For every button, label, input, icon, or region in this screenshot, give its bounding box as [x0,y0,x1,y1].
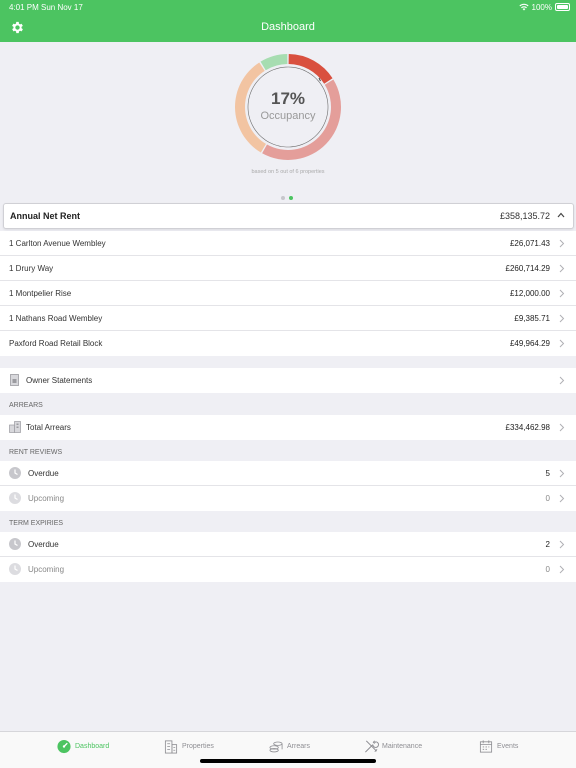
clock-icon [9,563,21,575]
term-expiries-upcoming-row[interactable]: Upcoming 0 [0,557,576,582]
chevron-right-icon [559,239,565,248]
wifi-icon [519,3,529,11]
tab-label: Events [497,743,519,750]
occupancy-center: 17% Occupancy [233,89,343,122]
chevron-right-icon [559,540,565,549]
occupancy-label: Occupancy [260,110,316,122]
term-expiries-section-label: TERM EXPIRIES [9,520,64,527]
chevron-right-icon [559,376,565,385]
owner-statements-row[interactable]: Owner Statements [0,368,576,393]
chevron-up-icon[interactable] [556,210,566,220]
page-dot-2[interactable] [289,196,293,200]
owner-statements-list: Owner Statements [0,368,576,393]
total-arrears-row[interactable]: Total Arrears £334,462.98 [0,415,576,440]
status-time: 4:01 PM [9,3,39,12]
chevron-right-icon [559,264,565,273]
annual-net-rent-total: £358,135.72 [499,211,550,221]
tab-label: Dashboard [75,743,110,750]
annual-net-rent-header[interactable]: Annual Net Rent £358,135.72 [3,203,574,229]
property-name: 1 Drury Way [9,264,54,273]
chevron-right-icon [559,565,565,574]
owner-statements-label: Owner Statements [26,376,93,385]
donut-segment [288,54,333,84]
term-expiries-upcoming-label: Upcoming [28,565,65,574]
arrears-section-label: ARREARS [9,402,43,409]
arrears-list: Total Arrears £334,462.98 [0,415,576,440]
clock-icon [9,467,21,479]
property-amount: £49,964.29 [509,339,550,348]
chevron-right-icon [559,339,565,348]
occupancy-footnote: based on 5 out of 6 properties [251,169,325,175]
status-date: Sun Nov 17 [41,3,83,12]
rent-reviews-section-label: RENT REVIEWS [9,449,63,456]
term-expiries-overdue-row[interactable]: Overdue 2 [0,532,576,557]
rent-reviews-upcoming-row[interactable]: Upcoming 0 [0,486,576,511]
dashboard-icon [57,739,71,754]
page-dot-1[interactable] [281,196,285,200]
rent-reviews-overdue-count: 5 [545,469,550,478]
buildings-icon [9,421,21,433]
chevron-right-icon [559,469,565,478]
clock-icon [9,492,21,504]
building-icon [164,740,178,754]
annual-net-rent-label: Annual Net Rent [10,211,81,221]
tab-label: Maintenance [382,743,423,750]
rent-reviews-list: Overdue 5 Upcoming 0 [0,461,576,511]
status-bar: 4:01 PM Sun Nov 17 100% [0,0,576,14]
property-name: Paxford Road Retail Block [9,339,103,348]
property-row[interactable]: Paxford Road Retail Block £49,964.29 [0,331,576,356]
calendar-icon [479,740,493,753]
page-title: Dashboard [261,21,315,33]
chevron-right-icon [559,289,565,298]
property-amount: £9,385.71 [514,314,550,323]
total-arrears-amount: £334,462.98 [505,423,551,432]
rent-reviews-overdue-label: Overdue [28,469,59,478]
total-arrears-label: Total Arrears [26,423,71,432]
tools-icon [365,740,379,753]
document-icon [10,374,19,386]
rent-reviews-upcoming-label: Upcoming [28,494,65,503]
chevron-right-icon [559,494,565,503]
occupancy-percent: 17% [270,89,306,108]
term-expiries-overdue-count: 2 [545,540,550,549]
chevron-right-icon [559,423,565,432]
clock-icon [9,538,21,550]
property-row[interactable]: 1 Carlton Avenue Wembley £26,071.43 [0,231,576,256]
battery-icon [555,3,570,11]
battery-percent: 100% [531,3,552,12]
term-expiries-overdue-label: Overdue [28,540,59,549]
term-expiries-list: Overdue 2 Upcoming 0 [0,532,576,582]
home-indicator [200,759,376,763]
occupancy-chart-panel[interactable]: 17% Occupancy based on 5 out of 6 proper… [0,42,576,200]
property-row[interactable]: 1 Drury Way £260,714.29 [0,256,576,281]
coins-icon [269,741,283,753]
navigation-bar: Dashboard [0,14,576,42]
property-amount: £12,000.00 [509,289,550,298]
rent-reviews-upcoming-count: 0 [545,494,550,503]
property-row[interactable]: 1 Montpelier Rise £12,000.00 [0,281,576,306]
property-name: 1 Montpelier Rise [9,289,72,298]
chevron-right-icon [559,314,565,323]
term-expiries-upcoming-count: 0 [545,565,550,574]
tab-label: Properties [182,743,214,750]
property-rent-list: 1 Carlton Avenue Wembley £26,071.43 1 Dr… [0,231,576,356]
property-name: 1 Carlton Avenue Wembley [9,239,106,248]
tab-label: Arrears [287,743,310,750]
property-name: 1 Nathans Road Wembley [9,314,103,323]
property-amount: £260,714.29 [505,264,551,273]
donut-segment [260,54,288,71]
rent-reviews-overdue-row[interactable]: Overdue 5 [0,461,576,486]
property-amount: £26,071.43 [509,239,550,248]
property-row[interactable]: 1 Nathans Road Wembley £9,385.71 [0,306,576,331]
